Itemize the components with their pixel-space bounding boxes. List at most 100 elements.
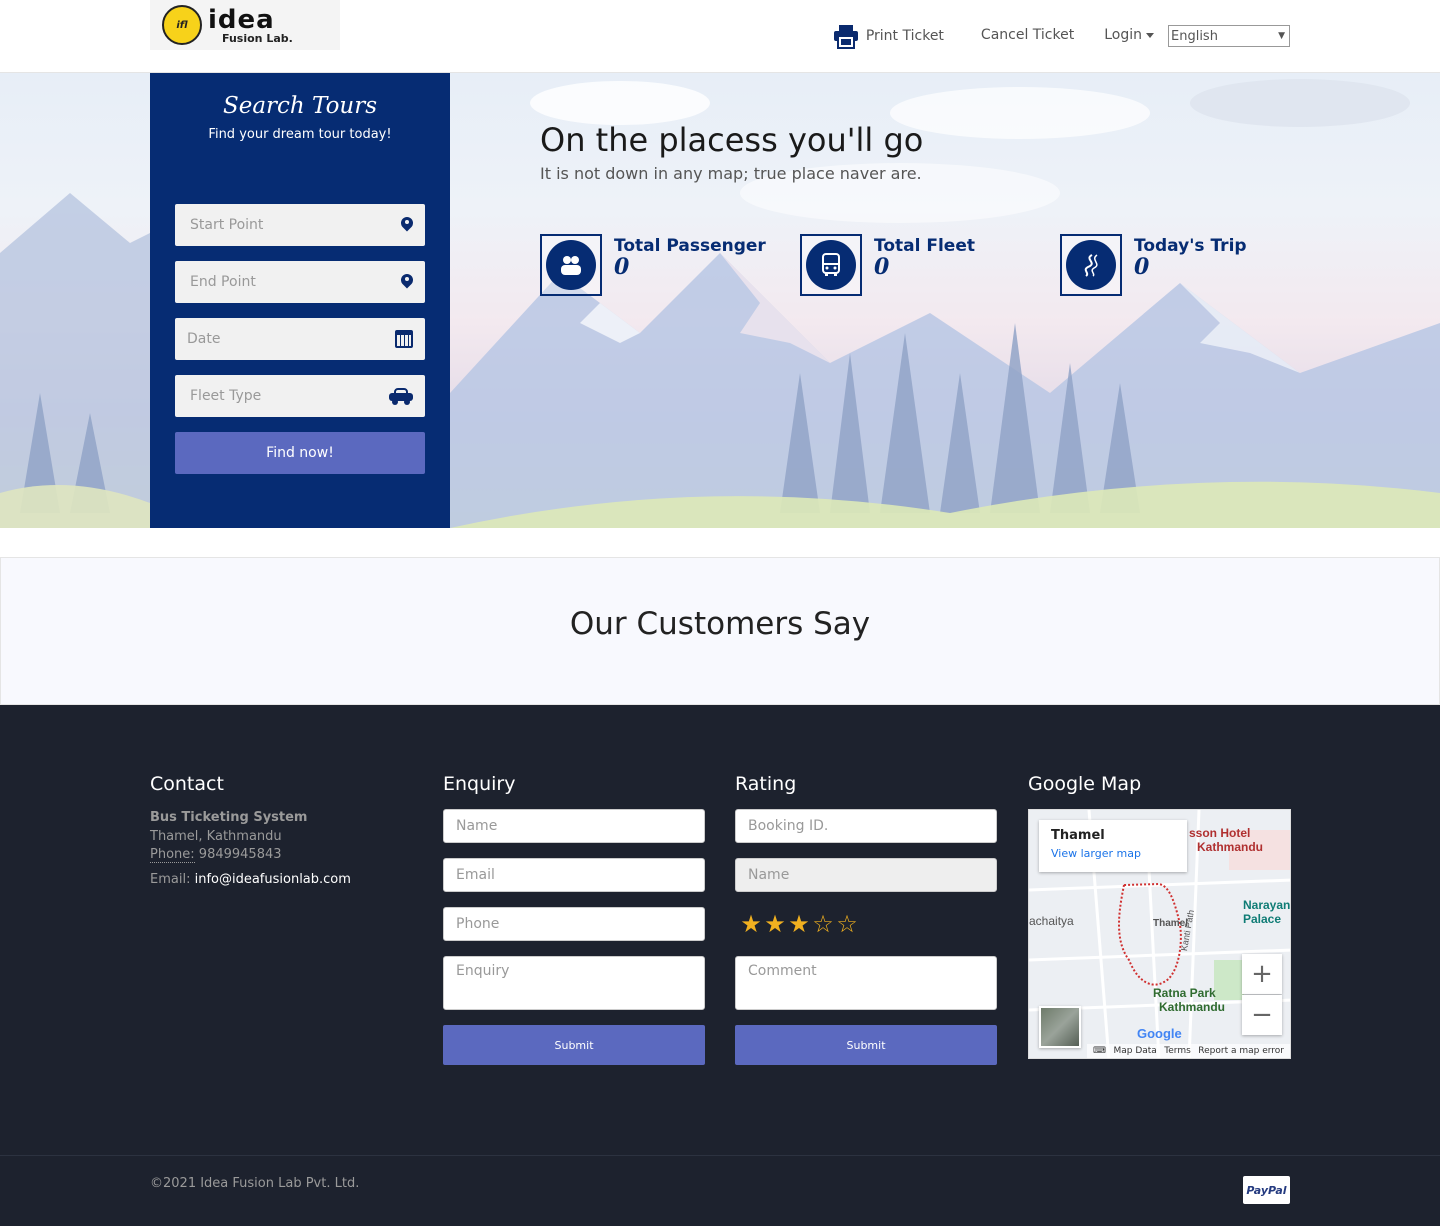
bus-icon [806, 240, 856, 290]
stat-icon-box [1060, 234, 1122, 296]
logo[interactable]: ifl idea Fusion Lab. [150, 0, 340, 50]
star-filled-icon[interactable]: ★ [764, 910, 786, 938]
map-label: Kathmandu [1159, 1000, 1225, 1014]
date-field[interactable]: Date [175, 318, 425, 360]
map-label: Narayan [1243, 898, 1291, 912]
google-logo: Google [1137, 1026, 1182, 1041]
stat-todays-trip: Today's Trip 0 [1060, 234, 1247, 296]
caret-down-icon [1146, 32, 1154, 38]
phone-line: Phone: 9849945843 [150, 846, 351, 865]
car-icon [389, 388, 413, 405]
rating-name-input[interactable]: Name [735, 858, 997, 892]
star-filled-icon[interactable]: ★ [740, 910, 762, 938]
stat-icon-box [540, 234, 602, 296]
cancel-ticket-link[interactable]: Cancel Ticket [981, 27, 1074, 43]
date-placeholder: Date [187, 331, 221, 347]
language-select[interactable]: English ▼ [1168, 25, 1290, 47]
stat-value: 0 [874, 254, 890, 280]
logo-text: idea Fusion Lab. [208, 7, 293, 44]
cancel-ticket-label: Cancel Ticket [980, 27, 1075, 43]
company-name: Bus Ticketing System [150, 810, 308, 825]
main-nav: Print Ticket Cancel Ticket Login English… [833, 22, 1290, 50]
enquiry-title: Enquiry [443, 773, 516, 795]
copyright: ©2021 Idea Fusion Lab Pvt. Ltd. [150, 1176, 360, 1191]
start-point-field[interactable]: Start Point [175, 204, 425, 246]
printer-icon [833, 25, 858, 49]
login-label: Login [1104, 27, 1142, 43]
stat-total-passenger: Total Passenger 0 [540, 234, 766, 296]
hero-title: On the placess you'll go [540, 121, 924, 159]
chevron-down-icon: ▼ [1278, 31, 1285, 41]
email-label: Email: [150, 871, 191, 887]
star-empty-icon[interactable]: ☆ [836, 910, 858, 938]
logo-main: idea [208, 4, 275, 35]
testimonials-section: Our Customers Say [0, 557, 1440, 705]
zoom-in-button[interactable]: + [1242, 954, 1282, 994]
stat-value: 0 [614, 254, 630, 280]
find-now-button[interactable]: Find now! [175, 432, 425, 474]
map-marker-icon [401, 274, 413, 290]
calendar-icon [395, 330, 413, 348]
map-label: Kathmandu [1197, 840, 1263, 854]
enquiry-textarea[interactable]: Enquiry [443, 956, 705, 1010]
map-label: Palace [1243, 912, 1282, 926]
map-marker-icon [401, 217, 413, 233]
map-place-name: Thamel [1051, 828, 1105, 843]
google-map[interactable]: Thamel Ratna Park Kathmandu Narayan Pala… [1028, 809, 1291, 1059]
end-point-field[interactable]: End Point [175, 261, 425, 303]
search-title: Search Tours [222, 93, 378, 119]
view-larger-map-link[interactable]: View larger map [1051, 847, 1175, 860]
fleet-type-placeholder: Fleet Type [190, 388, 262, 404]
end-point-placeholder: End Point [190, 274, 256, 290]
zoom-out-button[interactable]: − [1242, 995, 1282, 1035]
terms-link[interactable]: Terms [1164, 1046, 1191, 1056]
google-logo-text: Google [1137, 1026, 1182, 1041]
keyboard-icon[interactable]: ⌨ [1093, 1046, 1106, 1056]
enquiry-phone-input[interactable]: Phone [443, 907, 705, 941]
users-icon [546, 240, 596, 290]
hero-subtitle: It is not down in any map; true place na… [540, 164, 922, 183]
stat-total-fleet: Total Fleet 0 [800, 234, 975, 296]
rating-title: Rating [735, 773, 797, 795]
login-dropdown[interactable]: Login [1104, 27, 1154, 43]
testimonials-title: Our Customers Say [569, 606, 871, 642]
road-icon [1066, 240, 1116, 290]
paypal-logo: PayPal [1243, 1176, 1290, 1204]
language-value: English [1171, 28, 1218, 44]
footer-divider [0, 1155, 1440, 1156]
logo-sub: Fusion Lab. [222, 31, 293, 45]
map-title: Google Map [1028, 773, 1142, 795]
star-rating[interactable]: ★ ★ ★ ☆ ☆ [740, 910, 858, 938]
report-error-link[interactable]: Report a map error [1198, 1046, 1284, 1056]
phone-number: 9849945843 [198, 847, 282, 862]
satellite-toggle[interactable] [1039, 1006, 1081, 1048]
phone-label: Phone: [150, 847, 195, 863]
contact-title: Contact [150, 773, 224, 795]
rating-submit-button[interactable]: Submit [735, 1025, 997, 1065]
email-line: Email: info@ideafusionlab.com [150, 871, 351, 890]
fleet-type-field[interactable]: Fleet Type [175, 375, 425, 417]
map-label: Ratna Park [1153, 986, 1216, 1000]
enquiry-submit-button[interactable]: Submit [443, 1025, 705, 1065]
enquiry-email-input[interactable]: Email [443, 858, 705, 892]
stat-value: 0 [1134, 254, 1150, 280]
enquiry-name-input[interactable]: Name [443, 809, 705, 843]
map-info-card: Thamel View larger map [1039, 820, 1187, 872]
comment-textarea[interactable]: Comment [735, 956, 997, 1010]
booking-id-input[interactable]: Booking ID. [735, 809, 997, 843]
site-footer: Contact Bus Ticketing System Thamel, Kat… [0, 705, 1440, 1226]
email-link[interactable]: info@ideafusionlab.com [195, 872, 351, 887]
hero-section: Search Tours Find your dream tour today!… [0, 73, 1440, 528]
star-empty-icon[interactable]: ☆ [812, 910, 834, 938]
map-data-link[interactable]: Map Data [1113, 1046, 1156, 1056]
stat-label: Today's Trip [1134, 236, 1247, 256]
search-subtitle: Find your dream tour today! [208, 127, 392, 142]
map-label: achaitya [1029, 914, 1074, 928]
map-attribution: ⌨ Map Data Terms Report a map error [1087, 1044, 1290, 1058]
search-panel: Search Tours Find your dream tour today!… [150, 73, 450, 528]
print-ticket-link[interactable]: Print Ticket [833, 25, 944, 49]
stat-label: Total Fleet [874, 236, 975, 256]
star-filled-icon[interactable]: ★ [788, 910, 810, 938]
contact-info: Bus Ticketing System Thamel, Kathmandu P… [150, 809, 351, 889]
bulb-icon: ifl [162, 5, 202, 45]
